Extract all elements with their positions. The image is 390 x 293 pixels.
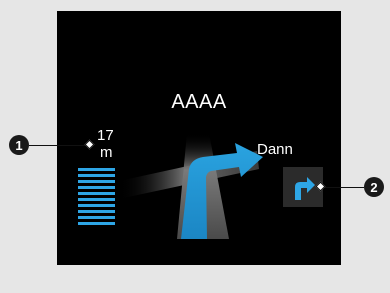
callout-marker-2: 2 <box>364 177 384 197</box>
distance-bar <box>78 222 115 225</box>
distance-bar <box>78 174 115 177</box>
distance-bar <box>78 192 115 195</box>
distance-bar <box>78 198 115 201</box>
distance-bar <box>78 186 115 189</box>
distance-bar <box>78 168 115 171</box>
destination-title: AAAA <box>171 91 227 113</box>
callout-marker-1: 1 <box>9 135 29 155</box>
distance-unit: m <box>100 144 113 161</box>
distance-value: 17 <box>97 127 114 144</box>
distance-bar <box>78 204 115 207</box>
callout-line-1 <box>29 145 89 146</box>
distance-bar-indicator <box>78 168 115 228</box>
callout-line-2 <box>322 187 364 188</box>
distance-bar <box>78 216 115 219</box>
navigation-screen: AAAA 17 m Dann <box>57 11 341 265</box>
distance-bar <box>78 180 115 183</box>
next-street-name: Dann <box>257 141 293 158</box>
distance-bar <box>78 210 115 213</box>
